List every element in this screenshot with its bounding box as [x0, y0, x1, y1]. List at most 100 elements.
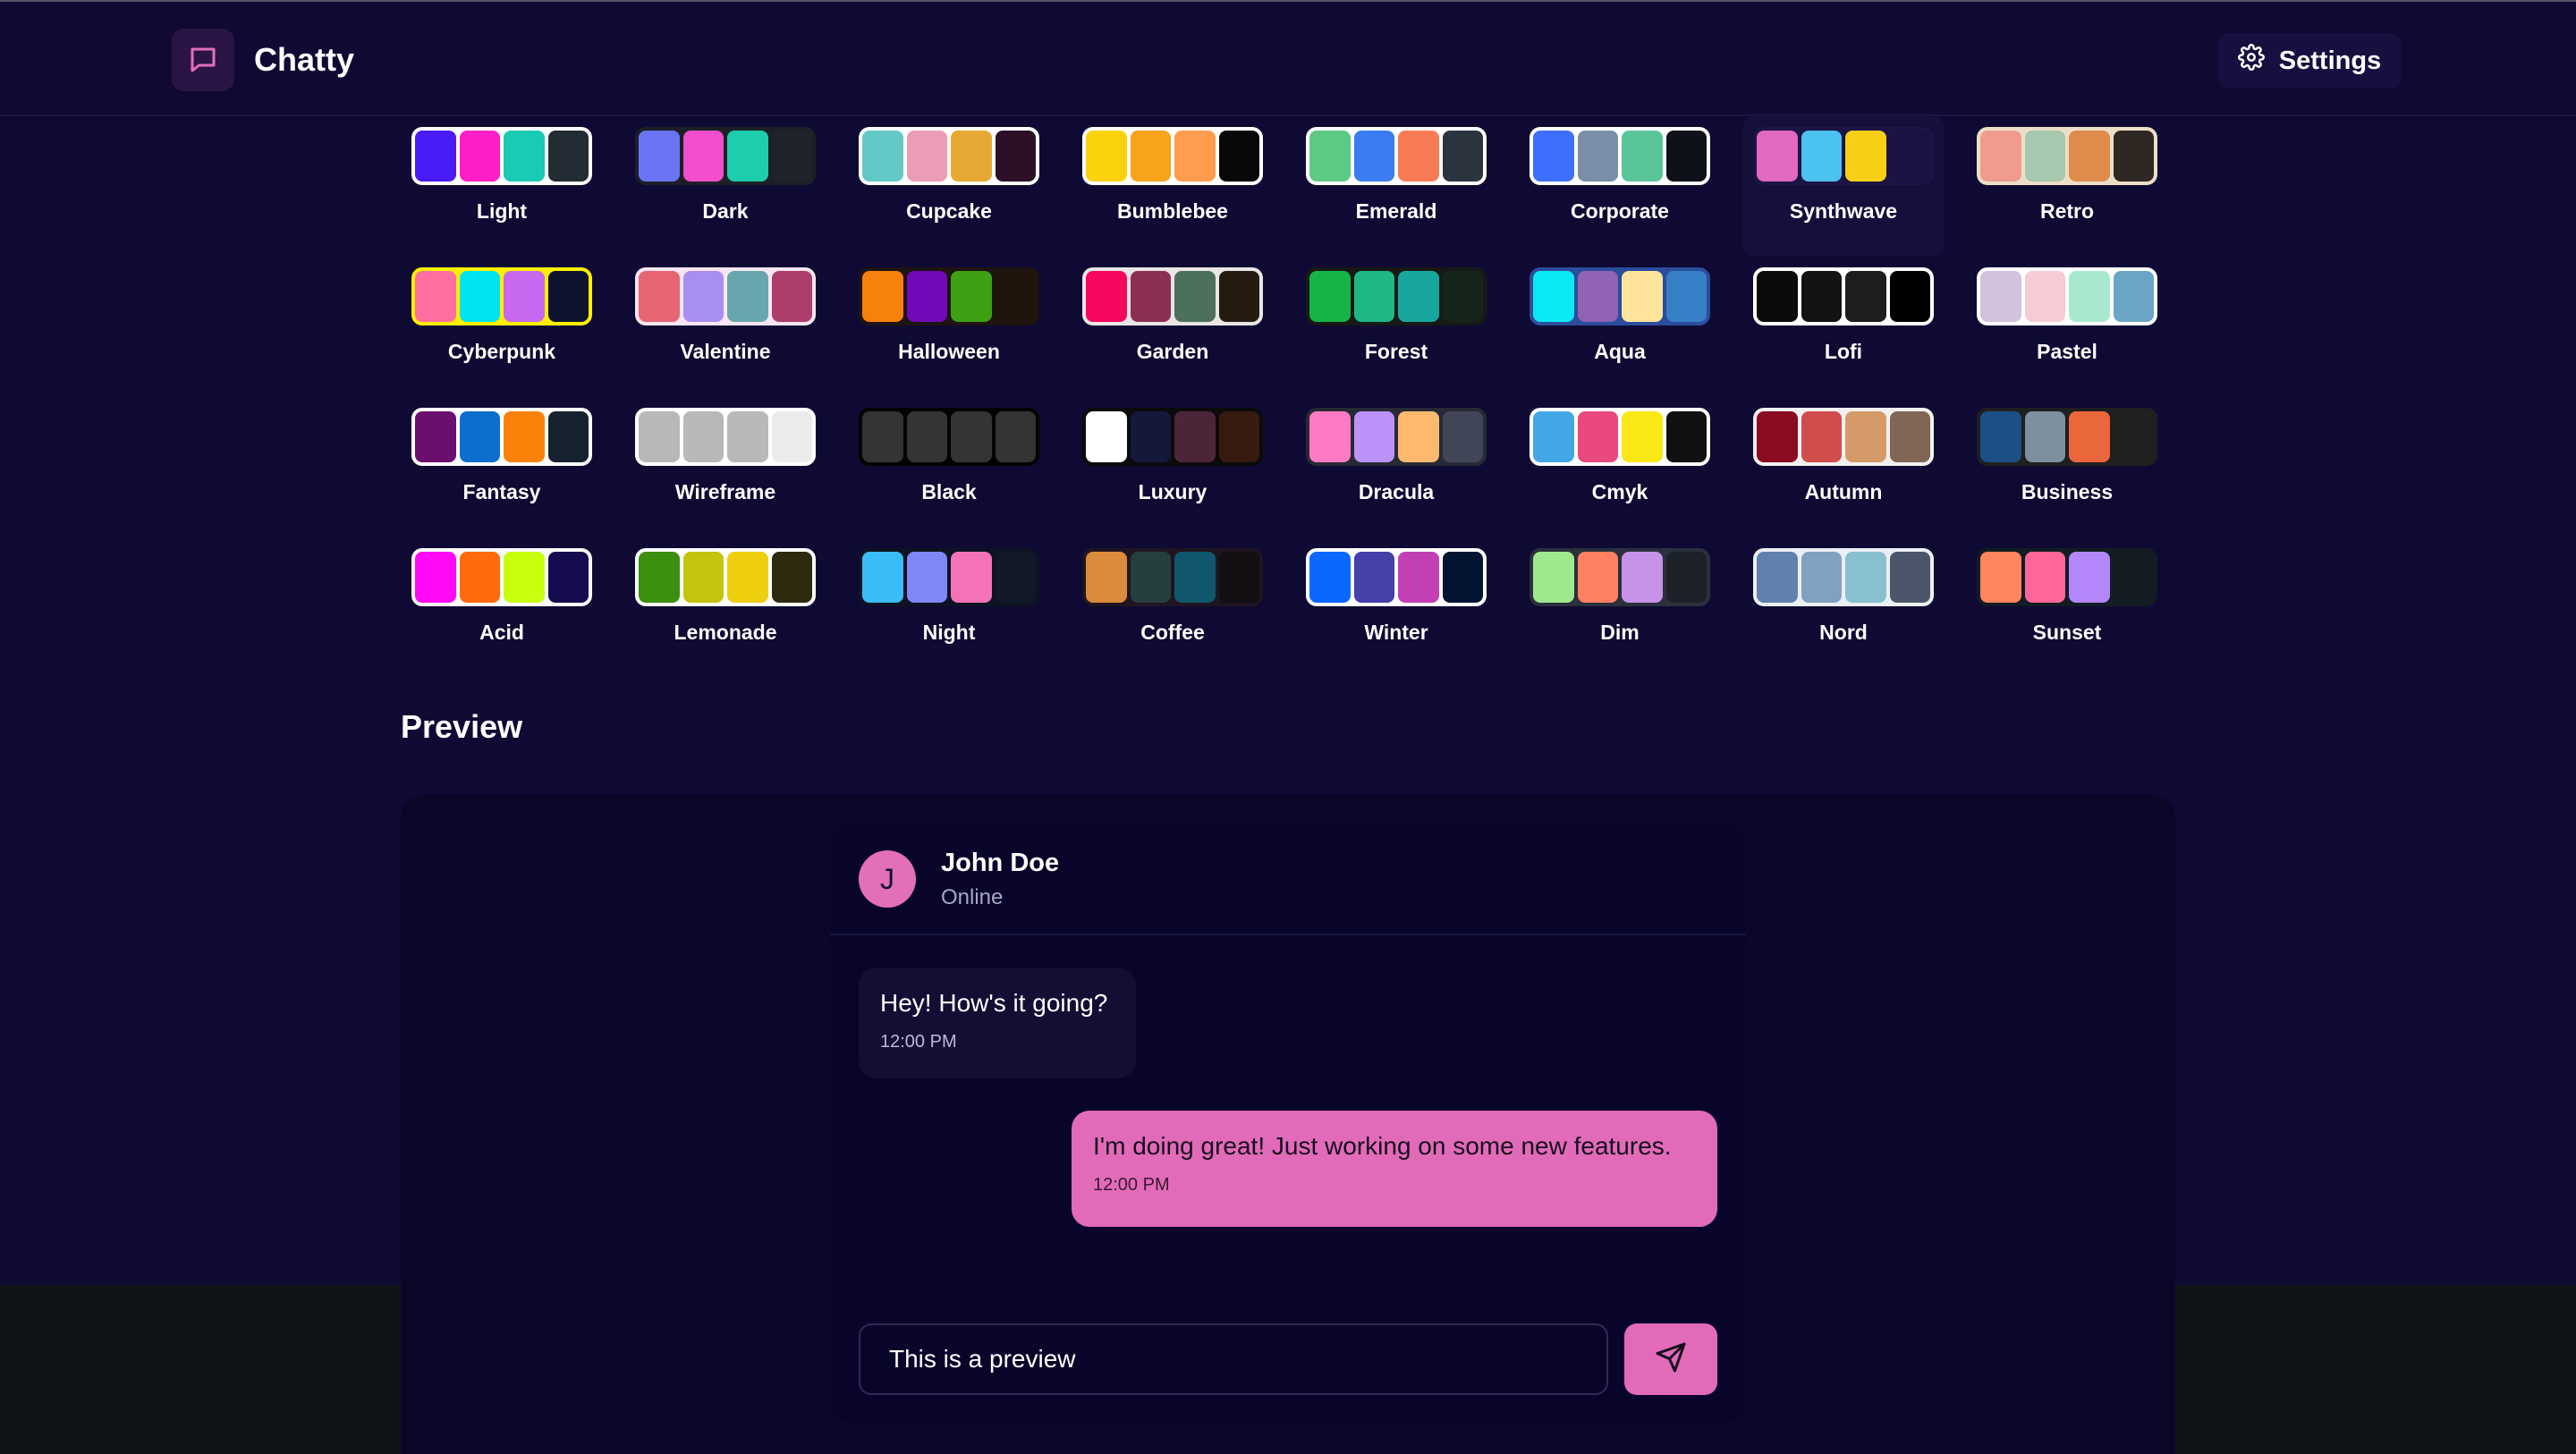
color-chip: [2069, 131, 2110, 182]
color-chip: [1577, 271, 1618, 322]
theme-option-acid[interactable]: Acid: [401, 537, 603, 678]
theme-option-garden[interactable]: Garden: [1072, 257, 1274, 397]
theme-option-dim[interactable]: Dim: [1519, 537, 1721, 678]
theme-option-pastel[interactable]: Pastel: [1966, 257, 2168, 397]
theme-option-synthwave[interactable]: Synthwave: [1742, 116, 1945, 257]
theme-option-aqua[interactable]: Aqua: [1519, 257, 1721, 397]
message-text: Hey! How's it going?: [880, 989, 1108, 1017]
color-chip: [415, 271, 456, 322]
theme-option-bumblebee[interactable]: Bumblebee: [1072, 116, 1274, 257]
color-chip: [1398, 552, 1439, 603]
color-chip: [639, 552, 680, 603]
theme-option-fantasy[interactable]: Fantasy: [401, 397, 603, 537]
message-input[interactable]: [859, 1323, 1608, 1395]
message-bubble-incoming: Hey! How's it going? 12:00 PM: [859, 968, 1136, 1078]
theme-label: Sunset: [2032, 621, 2102, 644]
color-chip: [1086, 552, 1127, 603]
color-chip: [1130, 271, 1171, 322]
theme-option-dracula[interactable]: Dracula: [1295, 397, 1497, 537]
theme-option-cmyk[interactable]: Cmyk: [1519, 397, 1721, 537]
theme-option-lemonade[interactable]: Lemonade: [624, 537, 826, 678]
chat-header: J John Doe Online: [830, 824, 1746, 935]
theme-label: Corporate: [1571, 199, 1669, 223]
color-chip: [1665, 552, 1707, 603]
theme-label: Forest: [1364, 340, 1428, 363]
theme-swatch: [859, 127, 1039, 185]
color-chip: [1757, 411, 1798, 462]
color-chip: [1757, 552, 1798, 603]
theme-swatch: [1530, 548, 1710, 606]
theme-label: Lofi: [1824, 340, 1863, 363]
theme-option-lofi[interactable]: Lofi: [1742, 257, 1945, 397]
gear-icon: [2237, 44, 2265, 78]
message-composer: [859, 1323, 1717, 1395]
theme-swatch: [1306, 267, 1487, 325]
theme-option-emerald[interactable]: Emerald: [1295, 116, 1497, 257]
theme-option-business[interactable]: Business: [1966, 397, 2168, 537]
theme-option-nord[interactable]: Nord: [1742, 537, 1945, 678]
color-chip: [1757, 131, 1798, 182]
color-chip: [995, 131, 1036, 182]
color-chip: [1442, 552, 1483, 603]
color-chip: [1442, 131, 1483, 182]
color-chip: [727, 552, 768, 603]
color-chip: [862, 552, 903, 603]
theme-label: Cmyk: [1591, 480, 1648, 503]
settings-button[interactable]: Settings: [2218, 33, 2401, 89]
theme-swatch: [411, 408, 592, 466]
theme-swatch: [1530, 267, 1710, 325]
color-chip: [504, 552, 545, 603]
theme-option-retro[interactable]: Retro: [1966, 116, 2168, 257]
color-chip: [1174, 131, 1216, 182]
theme-option-wireframe[interactable]: Wireframe: [624, 397, 826, 537]
send-button[interactable]: [1624, 1323, 1717, 1395]
color-chip: [906, 271, 947, 322]
theme-option-light[interactable]: Light: [401, 116, 603, 257]
theme-label: Autumn: [1804, 480, 1883, 503]
color-chip: [1533, 271, 1574, 322]
theme-option-cupcake[interactable]: Cupcake: [848, 116, 1050, 257]
color-chip: [504, 131, 545, 182]
color-chip: [1801, 411, 1842, 462]
color-chip: [2069, 271, 2110, 322]
color-chip: [2069, 411, 2110, 462]
theme-option-sunset[interactable]: Sunset: [1966, 537, 2168, 678]
theme-option-coffee[interactable]: Coffee: [1072, 537, 1274, 678]
theme-option-night[interactable]: Night: [848, 537, 1050, 678]
color-chip: [1174, 552, 1216, 603]
theme-option-halloween[interactable]: Halloween: [848, 257, 1050, 397]
theme-option-cyberpunk[interactable]: Cyberpunk: [401, 257, 603, 397]
theme-option-winter[interactable]: Winter: [1295, 537, 1497, 678]
theme-option-corporate[interactable]: Corporate: [1519, 116, 1721, 257]
color-chip: [1130, 552, 1171, 603]
color-chip: [1622, 271, 1663, 322]
color-chip: [2024, 411, 2065, 462]
theme-label: Fantasy: [462, 480, 541, 503]
color-chip: [415, 131, 456, 182]
theme-swatch: [635, 267, 816, 325]
color-chip: [2024, 271, 2065, 322]
theme-label: Coffee: [1140, 621, 1205, 644]
brand-link[interactable]: Chatty: [172, 29, 354, 91]
color-chip: [1980, 552, 2021, 603]
theme-label: Dim: [1600, 621, 1640, 644]
theme-option-luxury[interactable]: Luxury: [1072, 397, 1274, 537]
contact-info: John Doe Online: [941, 849, 1059, 910]
color-chip: [1622, 552, 1663, 603]
theme-option-autumn[interactable]: Autumn: [1742, 397, 1945, 537]
theme-option-black[interactable]: Black: [848, 397, 1050, 537]
color-chip: [1130, 411, 1171, 462]
theme-label: Night: [922, 621, 976, 644]
color-chip: [1757, 271, 1798, 322]
color-chip: [2113, 271, 2154, 322]
theme-option-dark[interactable]: Dark: [624, 116, 826, 257]
color-chip: [1533, 411, 1574, 462]
message-bubble-outgoing: I'm doing great! Just working on some ne…: [1072, 1111, 1717, 1227]
theme-swatch: [1306, 408, 1487, 466]
theme-option-valentine[interactable]: Valentine: [624, 257, 826, 397]
theme-swatch: [1977, 267, 2157, 325]
color-chip: [415, 411, 456, 462]
contact-name: John Doe: [941, 848, 1060, 877]
theme-label: Acid: [479, 621, 524, 644]
theme-option-forest[interactable]: Forest: [1295, 257, 1497, 397]
